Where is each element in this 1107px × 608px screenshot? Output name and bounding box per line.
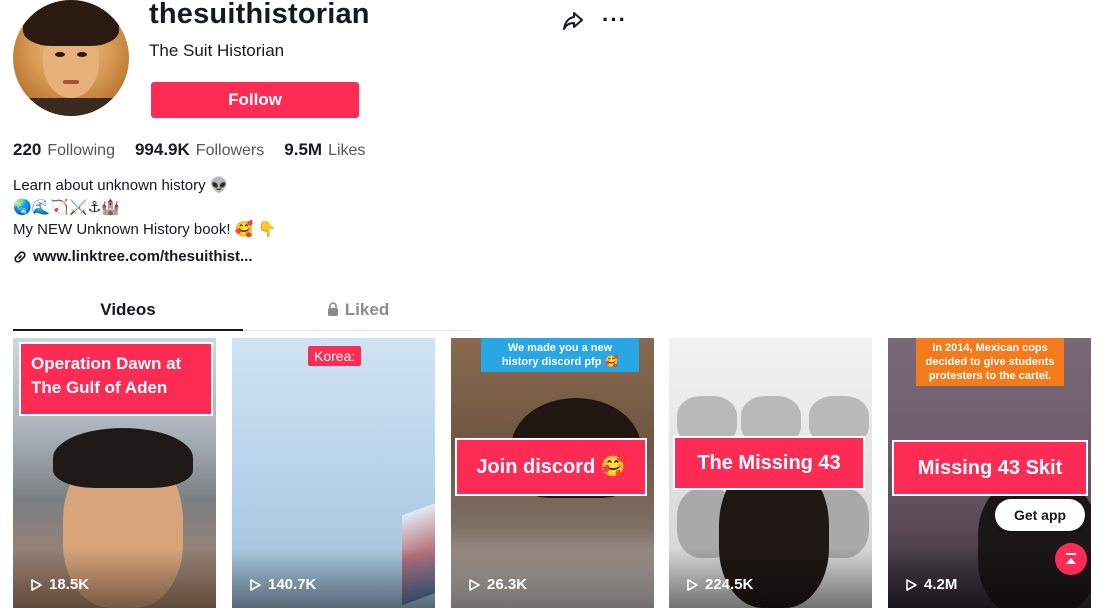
likes-count: 9.5M xyxy=(284,140,323,159)
profile-nickname: The Suit Historian xyxy=(149,41,285,60)
profile-avatar[interactable] xyxy=(13,0,129,116)
video-views: 18.5K xyxy=(29,576,89,593)
lock-icon xyxy=(327,302,338,316)
video-views: 4.2M xyxy=(904,576,957,593)
profile-stats: 220 Following 994.9K Followers 9.5M Likes xyxy=(13,140,365,160)
followers-count: 994.9K xyxy=(134,140,190,159)
avatar-hair xyxy=(23,0,119,46)
profile-bio: Learn about unknown history 👽 🌏🌊🏹⚔️⚓🏰 My… xyxy=(13,175,276,241)
video-card[interactable]: Operation Dawn at The Gulf of Aden 18.5K xyxy=(13,338,216,608)
video-caption-line: We made you a new xyxy=(507,342,613,354)
avatar-shirt xyxy=(13,98,129,116)
back-to-top-button[interactable] xyxy=(1055,543,1087,575)
video-caption-line: decided to give students xyxy=(925,356,1055,368)
video-tag: Korea: xyxy=(308,346,362,366)
video-views-count: 18.5K xyxy=(49,576,90,593)
stat-following[interactable]: 220 Following xyxy=(13,140,115,160)
video-caption-line: In 2014, Mexican cops xyxy=(932,342,1048,354)
video-views-count: 224.5K xyxy=(705,576,754,593)
video-caption: In 2014, Mexican cops decided to give st… xyxy=(916,338,1064,386)
play-icon xyxy=(250,578,261,591)
bio-line: My NEW Unknown History book! 🥰 👇 xyxy=(13,221,277,238)
video-views: 224.5K xyxy=(685,576,753,593)
profile-tabs: Videos Liked xyxy=(13,296,473,331)
followers-label: Followers xyxy=(195,142,265,159)
tab-videos-label: Videos xyxy=(100,300,156,319)
video-title-line: The Gulf of Aden xyxy=(31,378,168,397)
video-title-line: Operation Dawn at xyxy=(31,354,182,373)
profile-username: thesuithistorian xyxy=(149,0,370,30)
video-card[interactable]: Korea: 140.7K xyxy=(232,338,435,608)
likes-label: Likes xyxy=(328,142,366,159)
more-options-icon[interactable]: ··· xyxy=(602,9,627,31)
video-title-label: Operation Dawn at The Gulf of Aden xyxy=(19,342,213,416)
avatar-mouth xyxy=(63,80,79,84)
video-card[interactable]: The Missing 43 224.5K xyxy=(669,338,872,608)
video-views-count: 4.2M xyxy=(924,576,958,593)
video-views-count: 140.7K xyxy=(268,576,317,593)
play-icon xyxy=(687,578,698,591)
play-icon xyxy=(31,578,42,591)
stat-likes: 9.5M Likes xyxy=(284,140,365,160)
tab-liked-label: Liked xyxy=(344,300,390,319)
video-card[interactable]: We made you a new history discord pfp 🥰 … xyxy=(451,338,654,608)
video-views: 26.3K xyxy=(467,576,527,593)
video-views-count: 26.3K xyxy=(487,576,528,593)
avatar-eye xyxy=(77,52,87,57)
video-title-label: The Missing 43 xyxy=(673,436,865,490)
tab-liked[interactable]: Liked xyxy=(243,296,473,330)
person-hair xyxy=(53,428,193,488)
scroll-top-icon xyxy=(1066,553,1076,564)
stat-followers[interactable]: 994.9K Followers xyxy=(135,140,264,160)
follow-button[interactable]: Follow xyxy=(151,82,359,118)
video-caption: We made you a new history discord pfp 🥰 xyxy=(481,338,639,372)
bio-link-text: www.linktree.com/thesuithist... xyxy=(33,248,253,265)
get-app-button[interactable]: Get app xyxy=(995,499,1085,531)
video-title-label: Join discord 🥰 xyxy=(455,438,647,496)
video-caption-line: history discord pfp 🥰 xyxy=(501,356,619,368)
bio-link[interactable]: www.linktree.com/thesuithist... xyxy=(13,248,253,265)
video-title-label: Missing 43 Skit xyxy=(892,440,1088,496)
following-count: 220 xyxy=(13,140,42,159)
avatar-eye xyxy=(55,52,65,57)
bio-line: 🌏🌊🏹⚔️⚓🏰 xyxy=(13,199,120,216)
tab-videos[interactable]: Videos xyxy=(13,296,243,331)
following-label: Following xyxy=(47,142,115,159)
play-icon xyxy=(469,578,480,591)
video-views: 140.7K xyxy=(248,576,316,593)
bio-line: Learn about unknown history 👽 xyxy=(13,177,229,194)
play-icon xyxy=(906,578,917,591)
share-icon[interactable] xyxy=(561,9,585,33)
link-icon xyxy=(14,250,26,263)
video-caption-line: protesters to the cartel. xyxy=(928,370,1052,382)
